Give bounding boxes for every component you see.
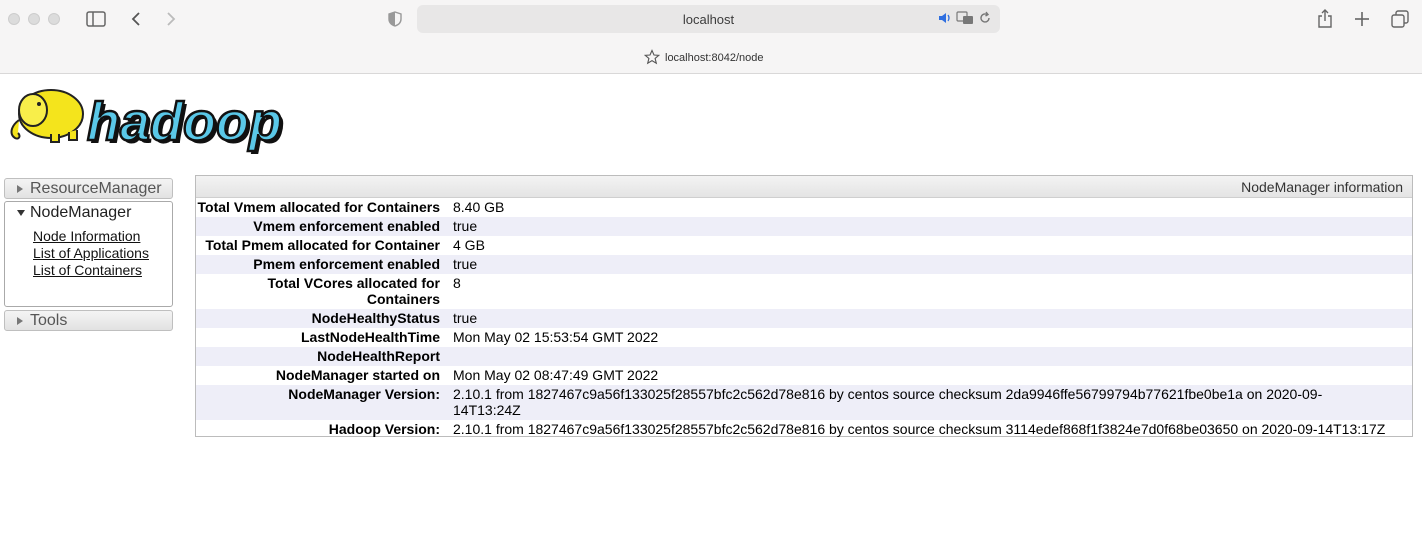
table-row: Vmem enforcement enabled true <box>196 217 1412 236</box>
hadoop-logo: hadoop hadoop <box>5 80 305 156</box>
row-key: NodeHealthyStatus <box>311 310 440 326</box>
address-bar[interactable]: localhost <box>417 5 1000 33</box>
row-key: Total Vmem allocated for Containers <box>197 199 440 215</box>
row-value: true <box>453 218 478 234</box>
row-key: Total VCores allocated for Containers <box>267 275 440 307</box>
row-key: NodeHealthReport <box>317 348 440 364</box>
speaker-icon[interactable] <box>938 11 952 30</box>
table-row: NodeManager Version: 2.10.1 from 1827467c… <box>196 385 1412 420</box>
row-value: 8.40 GB <box>453 199 505 215</box>
minimize-window-button[interactable] <box>28 13 40 25</box>
table-row: NodeManager started on Mon May 02 08:47:4… <box>196 366 1412 385</box>
zoom-window-button[interactable] <box>48 13 60 25</box>
close-window-button[interactable] <box>8 13 20 25</box>
browser-toolbar: localhost localhost:8042/node <box>0 0 1422 74</box>
nav-resource-manager[interactable]: ResourceManager <box>4 178 173 199</box>
table-row: Hadoop Version: 2.10.1 from 1827467c9a56f… <box>196 420 1412 439</box>
row-value: 8 <box>453 275 461 291</box>
info-table-heading: NodeManager information <box>196 176 1412 198</box>
reload-icon[interactable] <box>978 11 992 30</box>
table-row: NodeHealthyStatus true <box>196 309 1412 328</box>
row-value: true <box>453 310 478 326</box>
link-list-of-applications[interactable]: List of Applications <box>33 245 169 262</box>
row-value: true <box>453 256 478 272</box>
svg-text:hadoop: hadoop <box>87 92 282 152</box>
nav-node-manager: NodeManager Node Information List of App… <box>4 201 173 307</box>
star-icon[interactable] <box>643 49 661 70</box>
new-tab-icon[interactable] <box>1351 8 1373 30</box>
nav-node-manager-label[interactable]: NodeManager <box>30 204 131 222</box>
expand-arrow-icon <box>17 185 23 193</box>
row-value <box>453 348 1412 364</box>
back-icon[interactable] <box>125 8 147 30</box>
privacy-shield-icon[interactable] <box>384 8 406 30</box>
translate-icon[interactable] <box>956 11 974 30</box>
nav-resource-manager-label: ResourceManager <box>30 180 162 197</box>
share-icon[interactable] <box>1314 8 1336 30</box>
row-key: Pmem enforcement enabled <box>253 256 440 272</box>
nav-tools-label: Tools <box>30 312 68 329</box>
table-row: Total Vmem allocated for Containers 8.40 … <box>196 198 1412 217</box>
collapse-arrow-icon[interactable] <box>17 210 25 216</box>
row-value: Mon May 02 08:47:49 GMT 2022 <box>453 367 659 383</box>
tab-overview-icon[interactable] <box>1389 8 1411 30</box>
row-key: Vmem enforcement enabled <box>253 218 440 234</box>
table-row: LastNodeHealthTime Mon May 02 15:53:54 GM… <box>196 328 1412 347</box>
nodemanager-info-table: NodeManager information Total Vmem alloc… <box>195 175 1413 437</box>
table-row: Pmem enforcement enabled true <box>196 255 1412 274</box>
row-key: LastNodeHealthTime <box>301 329 440 345</box>
forward-icon[interactable] <box>160 8 182 30</box>
nav-tools[interactable]: Tools <box>4 310 173 331</box>
link-node-information[interactable]: Node Information <box>33 228 169 245</box>
row-key: NodeManager Version: <box>288 386 440 402</box>
row-key: Hadoop Version: <box>328 421 440 437</box>
address-text: localhost <box>682 12 735 27</box>
row-key: Total Pmem allocated for Container <box>205 237 440 253</box>
expand-arrow-icon <box>17 317 23 325</box>
row-value: 2.10.1 from 1827467c9a56f133025f28557bfc… <box>453 386 1323 418</box>
table-row: Total VCores allocated for Containers 8 <box>196 274 1412 309</box>
row-key: NodeManager started on <box>275 367 440 383</box>
tab-bar: localhost:8042/node <box>0 46 1422 72</box>
link-list-of-containers[interactable]: List of Containers <box>33 262 169 279</box>
table-row: NodeHealthReport <box>196 347 1412 366</box>
tab-url[interactable]: localhost:8042/node <box>665 52 763 64</box>
row-value: 4 GB <box>453 237 485 253</box>
row-value: 2.10.1 from 1827467c9a56f133025f28557bfc… <box>453 421 1386 437</box>
table-row: Total Pmem allocated for Container 4 GB <box>196 236 1412 255</box>
sidebar-toggle-icon[interactable] <box>85 8 107 30</box>
row-value: Mon May 02 15:53:54 GMT 2022 <box>453 329 659 345</box>
